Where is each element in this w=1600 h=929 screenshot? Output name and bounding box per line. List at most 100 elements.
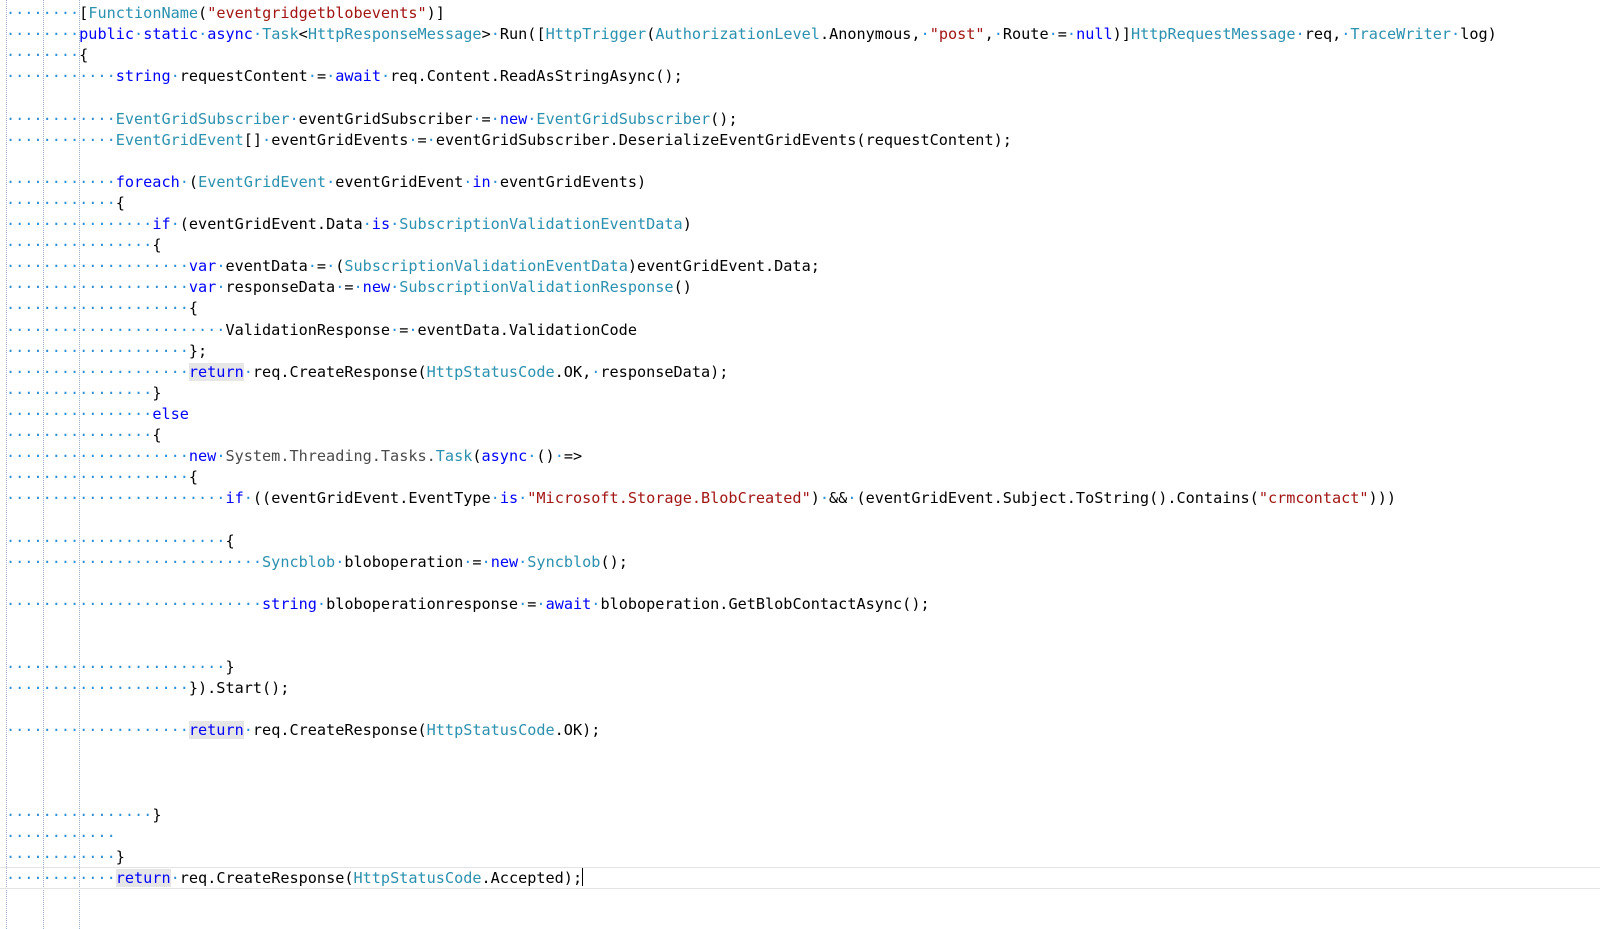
code-line[interactable]: ················} — [6, 383, 161, 404]
code-token: public — [79, 25, 135, 43]
code-line[interactable]: ············ — [6, 826, 116, 847]
whitespace-dots: ························ — [6, 321, 226, 339]
code-line[interactable]: ····························Syncblob·blo… — [6, 552, 628, 573]
code-token: bloboperation.GetBlobContactAsync(); — [600, 595, 930, 613]
whitespace-dot: · — [920, 25, 930, 43]
whitespace-dot: · — [408, 321, 418, 339]
code-token: static — [143, 25, 199, 43]
whitespace-dots: ························ — [6, 658, 226, 676]
whitespace-dot: · — [262, 131, 272, 149]
code-line[interactable]: ············foreach·(EventGridEvent·even… — [6, 172, 646, 193]
whitespace-dot: · — [408, 131, 418, 149]
code-token: SubscriptionValidationEventData — [399, 215, 683, 233]
code-line[interactable]: ················{ — [6, 235, 161, 256]
code-line[interactable]: ····················{ — [6, 467, 198, 488]
code-line[interactable]: ····················var·responseData·=·n… — [6, 277, 692, 298]
code-token: (); — [600, 553, 628, 571]
code-token: log) — [1460, 25, 1497, 43]
code-line[interactable]: ········[FunctionName("eventgridgetblobe… — [6, 3, 445, 24]
whitespace-dots: ············ — [6, 869, 116, 887]
code-token: } — [115, 848, 125, 866]
code-token: new — [188, 447, 217, 465]
code-token: is — [499, 489, 519, 507]
code-token: HttpStatusCode — [426, 363, 555, 381]
whitespace-dot: · — [1451, 25, 1461, 43]
code-token: }; — [188, 342, 208, 360]
code-token: => — [563, 447, 583, 465]
whitespace-dot: · — [490, 110, 500, 128]
code-line[interactable]: ························} — [6, 657, 235, 678]
code-token: req.CreateResponse( — [179, 869, 354, 887]
whitespace-dots: ···················· — [6, 468, 189, 486]
code-token: eventGridEvent — [335, 173, 464, 191]
code-token: ( — [188, 173, 199, 191]
whitespace-dot: · — [554, 447, 564, 465]
code-line[interactable]: ····················new · System.Threading… — [6, 446, 582, 467]
code-line[interactable]: ························{ — [6, 531, 235, 552]
code-token: HttpStatusCode — [353, 869, 482, 887]
code-line[interactable]: ················{ — [6, 425, 161, 446]
code-editor[interactable]: ········[FunctionName("eventgridgetblobe… — [0, 0, 1600, 929]
whitespace-dots: ············ — [6, 827, 116, 845]
code-line[interactable]: ················else — [6, 404, 189, 425]
code-token: { — [225, 532, 235, 550]
code-token: = — [1057, 25, 1067, 43]
code-token: } — [225, 658, 235, 676]
code-line[interactable]: ····················return·req.CreateRes… — [6, 362, 728, 383]
whitespace-dot: · — [307, 257, 317, 275]
code-token: async — [481, 447, 528, 465]
code-line[interactable]: ····················}).Start(); — [6, 678, 289, 699]
whitespace-dots: ········ — [6, 46, 80, 64]
code-token: EventGridSubscriber — [115, 110, 290, 128]
code-token: new — [362, 278, 391, 296]
whitespace-dot: · — [518, 595, 528, 613]
code-line[interactable]: ················} — [6, 805, 161, 826]
code-line[interactable]: ····················return·req.CreateRes… — [6, 720, 600, 741]
code-token: "eventgridgetblobevents" — [207, 4, 427, 22]
code-line[interactable]: ························if·((eventGridEv… — [6, 488, 1396, 509]
whitespace-dots: ···························· — [6, 595, 263, 613]
code-line[interactable]: ····················var·eventData·=·(Sub… — [6, 256, 820, 277]
code-line[interactable]: ············{ — [6, 193, 125, 214]
code-token: EventGridEvent — [115, 131, 244, 149]
whitespace-dots: ············ — [6, 173, 116, 191]
code-token: ) — [682, 215, 692, 233]
code-line[interactable]: ················if·(eventGridEvent.Data·… — [6, 214, 692, 235]
code-line[interactable]: ····················{ — [6, 298, 198, 319]
code-line[interactable]: ············EventGridSubscriber·eventGri… — [6, 109, 738, 130]
code-token: { — [115, 194, 125, 212]
code-line[interactable]: ············} — [6, 847, 125, 868]
code-token: (); — [710, 110, 738, 128]
code-token: = — [399, 321, 409, 339]
code-token: System.Threading.Tasks. — [225, 447, 436, 465]
code-token: req.CreateResponse( — [252, 721, 427, 739]
code-token: )] — [426, 4, 445, 22]
code-line[interactable]: ····························string·blobo… — [6, 594, 930, 615]
whitespace-dots: ············ — [6, 194, 116, 212]
code-token: eventGridSubscriber.DeserializeEventGrid… — [435, 131, 1012, 149]
code-token: [] — [243, 131, 263, 149]
code-line[interactable]: ············EventGridEvent[]·eventGridEv… — [6, 130, 1012, 151]
whitespace-dot: · — [326, 67, 336, 85]
code-token: EventGridEvent — [198, 173, 327, 191]
whitespace-dots: ················ — [6, 384, 153, 402]
code-line[interactable]: ························ValidationRespon… — [6, 320, 637, 341]
code-line[interactable]: ········{ — [6, 45, 88, 66]
code-token: eventGridSubscriber — [298, 110, 473, 128]
code-token: eventGridEvents — [271, 131, 409, 149]
code-token: ((eventGridEvent.EventType — [252, 489, 491, 507]
code-token: ( — [646, 25, 656, 43]
code-token: )eventGridEvent.Data; — [627, 257, 820, 275]
code-token: (eventGridEvent.Data — [179, 215, 363, 233]
code-token: new — [490, 553, 519, 571]
text-caret — [582, 868, 584, 886]
code-line[interactable]: ············string·requestContent·=·awai… — [6, 66, 683, 87]
whitespace-dot: · — [490, 173, 500, 191]
code-token: { — [79, 46, 89, 64]
code-token: await — [545, 595, 592, 613]
code-line[interactable]: ····················}; — [6, 341, 207, 362]
code-line[interactable]: ············return·req.CreateResponse(Ht… — [6, 868, 584, 889]
whitespace-dot: · — [316, 595, 327, 613]
code-token: > — [481, 25, 491, 43]
code-line[interactable]: ········public·static·async·Task<HttpRes… — [6, 24, 1497, 45]
